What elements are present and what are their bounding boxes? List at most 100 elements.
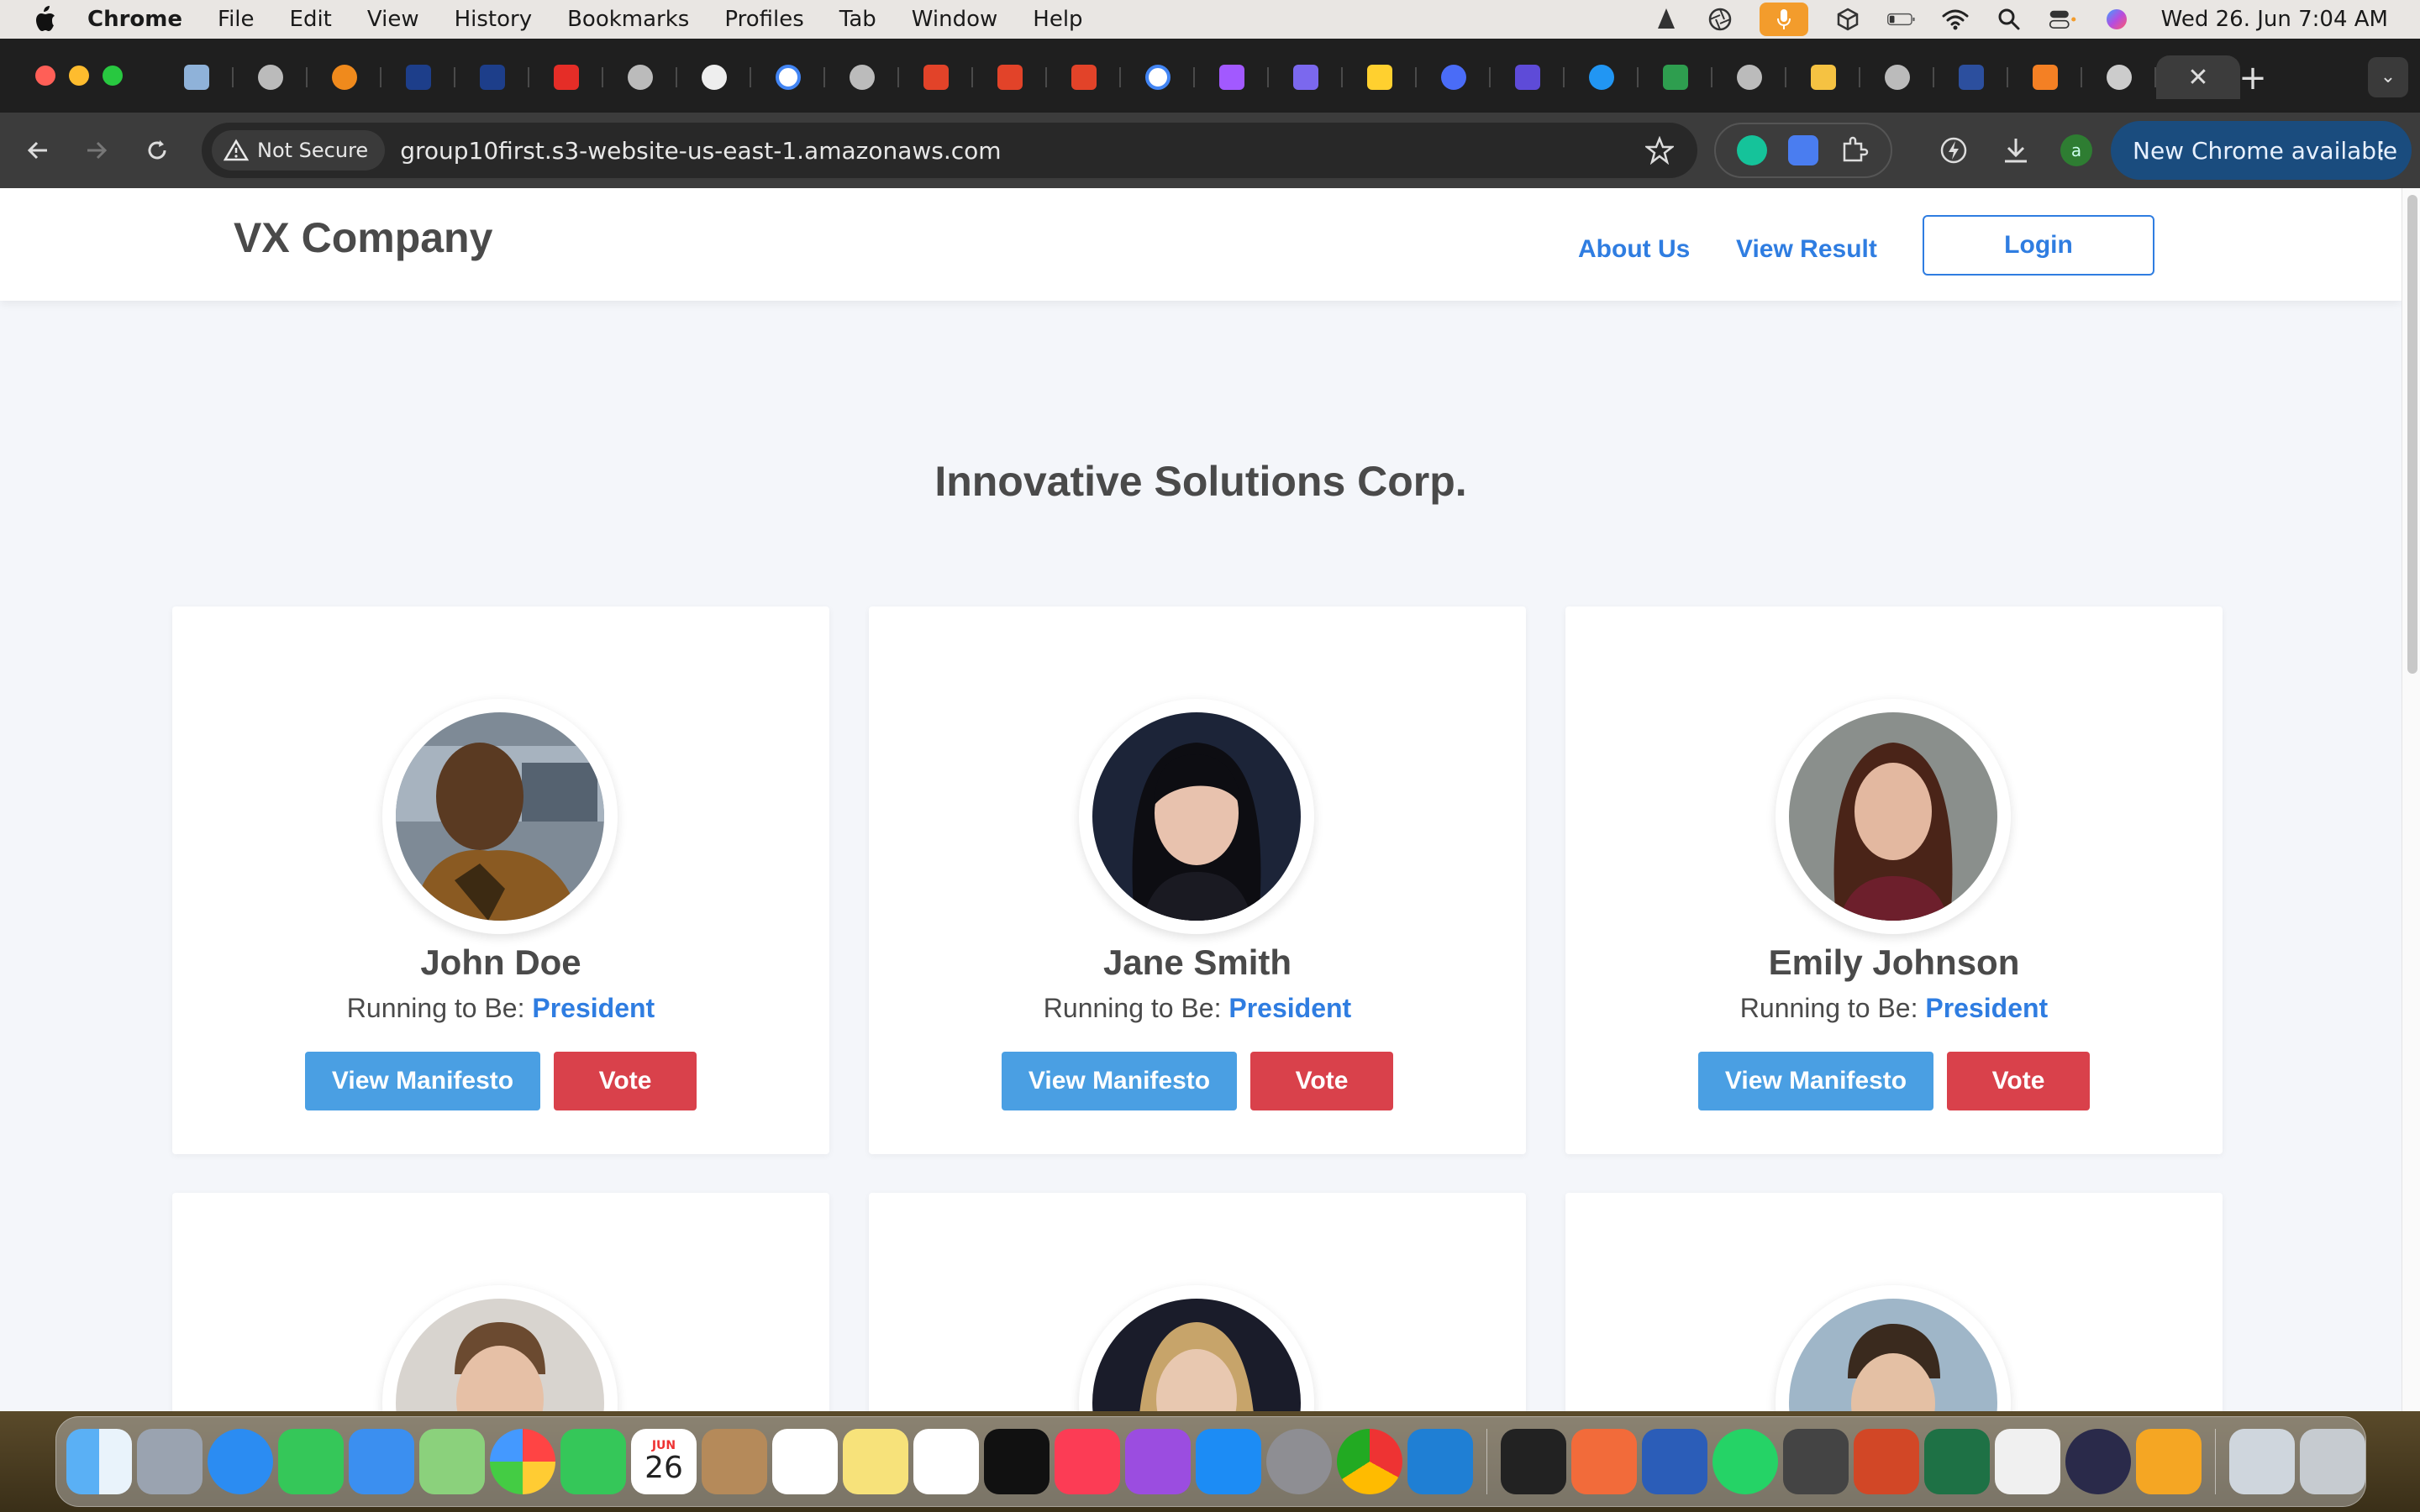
obs-icon[interactable] (2065, 1429, 2131, 1494)
photos-icon[interactable] (490, 1429, 555, 1494)
vote-button[interactable]: Vote (1947, 1052, 2090, 1110)
menu-window[interactable]: Window (912, 7, 998, 32)
browser-tab[interactable] (1121, 55, 1195, 99)
menu-profiles[interactable]: Profiles (724, 7, 803, 32)
reload-button[interactable] (136, 129, 178, 171)
spotlight-search-icon[interactable] (1995, 7, 2023, 32)
browser-tab[interactable] (234, 55, 308, 99)
mail-icon[interactable] (349, 1429, 414, 1494)
close-tab-icon[interactable]: ✕ (2187, 63, 2208, 92)
login-button[interactable]: Login (1923, 215, 2154, 276)
vote-button[interactable]: Vote (1250, 1052, 1393, 1110)
browser-tab[interactable] (751, 55, 825, 99)
browser-tab[interactable] (1712, 55, 1786, 99)
sketch-pen-icon[interactable] (1571, 1429, 1637, 1494)
browser-tab[interactable] (308, 55, 381, 99)
download-icon[interactable] (2000, 134, 2032, 166)
vscode-icon[interactable] (1407, 1429, 1473, 1494)
menu-file[interactable]: File (218, 7, 255, 32)
google-translate-extension-icon[interactable] (1787, 135, 1818, 165)
app-store-icon[interactable] (1196, 1429, 1261, 1494)
chrome-icon[interactable] (1337, 1429, 1402, 1494)
vlc-status-icon[interactable] (1652, 7, 1681, 32)
calendar-icon[interactable]: JUN 26 (631, 1429, 697, 1494)
browser-tab[interactable] (2008, 55, 2082, 99)
control-center-icon[interactable] (2049, 7, 2077, 32)
performance-icon[interactable] (1938, 134, 1970, 166)
browser-tab[interactable] (381, 55, 455, 99)
browser-tab[interactable] (603, 55, 677, 99)
nav-view-result[interactable]: View Result (1736, 235, 1877, 264)
new-chrome-available-button[interactable]: New Chrome available ⋮ (2111, 121, 2412, 180)
view-manifesto-button[interactable]: View Manifesto (1002, 1052, 1237, 1110)
reminders-icon[interactable] (772, 1429, 838, 1494)
word-icon[interactable] (1642, 1429, 1707, 1494)
browser-tab[interactable] (1343, 55, 1417, 99)
browser-tab[interactable] (529, 55, 603, 99)
url-text[interactable]: group10first.s3-website-us-east-1.amazon… (400, 137, 1001, 165)
menu-help[interactable]: Help (1033, 7, 1082, 32)
page-scrollbar[interactable] (2402, 188, 2420, 1411)
menu-bookmarks[interactable]: Bookmarks (567, 7, 689, 32)
menubar-clock[interactable]: Wed 26. Jun 7:04 AM (2161, 7, 2388, 32)
excel-icon[interactable] (1924, 1429, 1990, 1494)
vote-button[interactable]: Vote (554, 1052, 697, 1110)
scrollbar-thumb[interactable] (2407, 195, 2417, 674)
extensions-puzzle-icon[interactable] (1839, 135, 1870, 165)
browser-tab[interactable] (1565, 55, 1639, 99)
browser-tab-active[interactable]: ✕ (2156, 55, 2240, 99)
browser-tab[interactable] (1417, 55, 1491, 99)
browser-tab[interactable] (1491, 55, 1565, 99)
more-vertical-icon[interactable]: ⋮ (2370, 136, 2393, 164)
browser-tab[interactable] (677, 55, 751, 99)
messages-icon[interactable] (278, 1429, 344, 1494)
view-manifesto-button[interactable]: View Manifesto (305, 1052, 540, 1110)
siri-icon[interactable] (2102, 7, 2131, 32)
finder-icon[interactable] (66, 1429, 132, 1494)
browser-tab[interactable] (1639, 55, 1712, 99)
back-button[interactable] (17, 129, 59, 171)
apple-tv-icon[interactable] (984, 1429, 1050, 1494)
menu-view[interactable]: View (367, 7, 419, 32)
window-close-button[interactable] (35, 66, 55, 86)
vlc-icon[interactable] (2136, 1429, 2202, 1494)
downloads-stack-icon[interactable] (2229, 1429, 2295, 1494)
textedit-icon[interactable] (1995, 1429, 2060, 1494)
microphone-status-icon[interactable] (1759, 3, 1808, 36)
browser-tab[interactable] (1786, 55, 1860, 99)
bookmark-star-icon[interactable] (1645, 136, 1674, 165)
profile-avatar[interactable]: a (2060, 134, 2092, 166)
site-brand[interactable]: VX Company (234, 213, 492, 262)
browser-tab[interactable] (1934, 55, 2008, 99)
menu-edit[interactable]: Edit (290, 7, 332, 32)
system-settings-icon[interactable] (1266, 1429, 1332, 1494)
launchpad-icon[interactable] (137, 1429, 203, 1494)
webstorm-icon[interactable] (1501, 1429, 1566, 1494)
browser-tab[interactable] (1860, 55, 1934, 99)
browser-tab[interactable] (2082, 55, 2156, 99)
notes-icon[interactable] (843, 1429, 908, 1494)
window-minimize-button[interactable] (69, 66, 89, 86)
facetime-icon[interactable] (560, 1429, 626, 1494)
aperture-status-icon[interactable] (1706, 7, 1734, 32)
contacts-icon[interactable] (702, 1429, 767, 1494)
battery-icon[interactable] (1886, 7, 1916, 32)
browser-tab[interactable] (1195, 55, 1269, 99)
new-tab-button[interactable]: + (2232, 57, 2274, 99)
podcasts-icon[interactable] (1125, 1429, 1191, 1494)
browser-tab[interactable] (1269, 55, 1343, 99)
view-manifesto-button[interactable]: View Manifesto (1698, 1052, 1933, 1110)
browser-tab[interactable] (1047, 55, 1121, 99)
maps-icon[interactable] (419, 1429, 485, 1494)
wifi-icon[interactable] (1941, 7, 1970, 32)
tab-search-button[interactable]: ⌄ (2368, 57, 2408, 97)
browser-tab[interactable] (973, 55, 1047, 99)
powerpoint-icon[interactable] (1854, 1429, 1919, 1494)
music-icon[interactable] (1055, 1429, 1120, 1494)
window-zoom-button[interactable] (103, 66, 123, 86)
menu-history[interactable]: History (455, 7, 533, 32)
safari-icon[interactable] (208, 1429, 273, 1494)
trash-icon[interactable] (2300, 1429, 2365, 1494)
browser-tab[interactable] (160, 55, 234, 99)
browser-tab[interactable] (455, 55, 529, 99)
